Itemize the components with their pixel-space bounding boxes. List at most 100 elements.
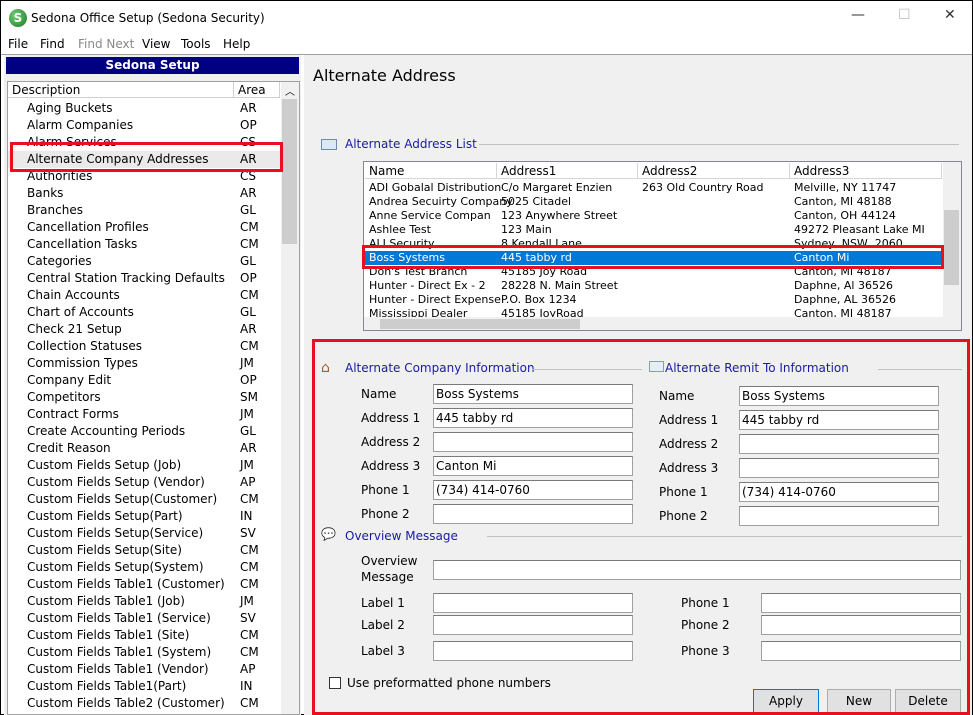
sidebar-item-area: CM — [240, 220, 259, 234]
sidebar-item[interactable]: Custom Fields Setup(System) CM — [8, 559, 282, 576]
sidebar-item-area: OP — [240, 118, 257, 132]
sidebar-item-label: Custom Fields Setup(Customer) — [27, 492, 218, 506]
table-row[interactable]: Hunter - Direct Expense P.O. Box 1234 Daph… — [365, 293, 942, 307]
sidebar-item[interactable]: Custom Fields Setup(Part) IN — [8, 508, 282, 525]
sidebar-item[interactable]: Check 21 Setup AR — [8, 321, 282, 338]
sidebar-item-label: Custom Fields Table1(Part) — [27, 679, 187, 693]
sidebar-item[interactable]: Custom Fields Table1(Part) IN — [8, 678, 282, 695]
sidebar-item[interactable]: Central Station Tracking Defaults OP — [8, 270, 282, 287]
cell-address3: Canton, MI 48188 — [794, 195, 892, 208]
cell-address1: 123 Anywhere Street — [501, 209, 618, 222]
menu-tools[interactable]: Tools — [181, 37, 211, 51]
sidebar-item-label: Custom Fields Setup(System) — [27, 560, 204, 574]
sidebar-item[interactable]: Cancellation Profiles CM — [8, 219, 282, 236]
menu-file[interactable]: File — [8, 37, 28, 51]
sidebar-item[interactable]: Chart of Accounts GL — [8, 304, 282, 321]
sidebar-item[interactable]: Custom Fields Table1 (Customer) CM — [8, 576, 282, 593]
sidebar-item[interactable]: Custom Fields Table1 (Job) JM — [8, 593, 282, 610]
sidebar-item-area: GL — [240, 203, 256, 217]
sidebar-item-label: Credit Reason — [27, 441, 111, 455]
sidebar-item[interactable]: Alarm Companies OP — [8, 117, 282, 134]
minimize-button[interactable]: — — [851, 7, 865, 23]
sidebar-item[interactable]: Aging Buckets AR — [8, 100, 282, 117]
table-row[interactable]: Anne Service Compan 123 Anywhere Street Ca… — [365, 209, 942, 223]
menu-find-next[interactable]: Find Next — [78, 37, 134, 51]
sidebar-item[interactable]: Custom Fields Setup(Site) CM — [8, 542, 282, 559]
column-header-area[interactable]: Area — [234, 82, 280, 98]
setup-list: Description Area Aging Buckets AR Alarm Co… — [7, 81, 300, 715]
sidebar-item[interactable]: Banks AR — [8, 185, 282, 202]
sidebar-highlight-box — [10, 142, 283, 172]
sidebar-item-label: Cancellation Tasks — [27, 237, 138, 251]
menu-view[interactable]: View — [142, 37, 170, 51]
column-header-description[interactable]: Description — [8, 82, 234, 98]
table-row[interactable]: Andrea Secuirty Company 5025 Citadel Canto… — [365, 195, 942, 209]
sidebar-item-label: Competitors — [27, 390, 101, 404]
maximize-button[interactable]: ☐ — [898, 7, 911, 23]
sidebar-item-label: Contract Forms — [27, 407, 119, 421]
list-hscroll-thumb[interactable] — [380, 319, 580, 329]
sidebar-item[interactable]: Custom Fields Table2 (Customer) CM — [8, 695, 282, 712]
sidebar-item[interactable]: Categories GL — [8, 253, 282, 270]
table-row[interactable]: Ashlee Test 123 Main 49272 Pleasant Lake M… — [365, 223, 942, 237]
sidebar-item-area: CM — [240, 577, 259, 591]
sidebar-item[interactable]: Custom Fields Table1 (Service) SV — [8, 610, 282, 627]
sidebar-item[interactable]: Collection Statuses CM — [8, 338, 282, 355]
sidebar-item-area: AR — [240, 101, 257, 115]
table-row[interactable]: ADI Gobalal Distribution C/o Margaret Enz… — [365, 181, 942, 195]
list-scrollbar[interactable] — [943, 162, 961, 330]
sidebar-item[interactable]: Custom Fields Setup (Vendor) AP — [8, 474, 282, 491]
cell-address3: Melville, NY 11747 — [794, 181, 897, 194]
app-window: S Sedona Office Setup (Sedona Security) … — [0, 0, 973, 715]
sidebar-item[interactable]: Commission Types JM — [8, 355, 282, 372]
column-header-address3[interactable]: Address3 — [790, 163, 942, 179]
sidebar-item-label: Central Station Tracking Defaults — [27, 271, 225, 285]
sidebar-item-label: Custom Fields Setup(Service) — [27, 526, 204, 540]
sidebar-scrollbar[interactable]: ︿ — [281, 82, 299, 714]
sidebar-item[interactable]: Chain Accounts CM — [8, 287, 282, 304]
sidebar-scroll-thumb[interactable] — [282, 99, 297, 244]
sidebar-item-area: IN — [240, 509, 253, 523]
sidebar-item[interactable]: Branches GL — [8, 202, 282, 219]
cell-address3: Daphne, Al 36526 — [794, 279, 893, 292]
sidebar-item[interactable]: Custom Fields Table1 (System) CM — [8, 644, 282, 661]
sidebar-item[interactable]: Cancellation Tasks CM — [8, 236, 282, 253]
close-button[interactable]: ✕ — [944, 7, 956, 23]
cell-name: ADI Gobalal Distribution — [369, 181, 502, 194]
list-hscrollbar[interactable] — [364, 317, 943, 330]
sidebar-item-area: SV — [240, 526, 256, 540]
sidebar-item-label: Collection Statuses — [27, 339, 143, 353]
sidebar-item-area: CM — [240, 339, 259, 353]
title-bar: S Sedona Office Setup (Sedona Security) … — [1, 1, 972, 35]
sidebar-item-area: CM — [240, 237, 259, 251]
sidebar-item[interactable]: Custom Fields Setup(Service) SV — [8, 525, 282, 542]
sidebar-item-label: Custom Fields Table1 (System) — [27, 645, 212, 659]
sidebar-item-area: SV — [240, 611, 256, 625]
menu-help[interactable]: Help — [223, 37, 250, 51]
sidebar-item[interactable]: Competitors SM — [8, 389, 282, 406]
sidebar-item[interactable]: Create Accounting Periods GL — [8, 423, 282, 440]
window-title: Sedona Office Setup (Sedona Security) — [31, 11, 265, 25]
sidebar-item-label: Custom Fields Setup(Part) — [27, 509, 183, 523]
cell-address3: Canton, OH 44124 — [794, 209, 896, 222]
table-row[interactable]: Hunter - Direct Ex - 2 28228 N. Main Stre… — [365, 279, 942, 293]
sidebar-item-area: JM — [240, 407, 254, 421]
sidebar-item-label: Custom Fields Table1 (Job) — [27, 594, 185, 608]
sidebar-item-area: CM — [240, 696, 259, 710]
scroll-up-icon[interactable]: ︿ — [285, 83, 295, 98]
sidebar-item[interactable]: Contract Forms JM — [8, 406, 282, 423]
sidebar-item-label: Alarm Companies — [27, 118, 134, 132]
sidebar-item[interactable]: Custom Fields Setup (Job) JM — [8, 457, 282, 474]
menu-find[interactable]: Find — [40, 37, 65, 51]
sidebar-item[interactable]: Custom Fields Setup(Customer) CM — [8, 491, 282, 508]
sidebar-item-area: CM — [240, 543, 259, 557]
sidebar-item-area: GL — [240, 424, 256, 438]
column-header-address2[interactable]: Address2 — [638, 163, 790, 179]
sidebar-item[interactable]: Custom Fields Table1 (Vendor) AP — [8, 661, 282, 678]
column-header-address1[interactable]: Address1 — [497, 163, 638, 179]
sidebar-item[interactable]: Company Edit OP — [8, 372, 282, 389]
sidebar-item[interactable]: Credit Reason AR — [8, 440, 282, 457]
column-header-name[interactable]: Name — [365, 163, 497, 179]
list-scroll-thumb[interactable] — [944, 210, 959, 285]
sidebar-item[interactable]: Custom Fields Table1 (Site) CM — [8, 627, 282, 644]
